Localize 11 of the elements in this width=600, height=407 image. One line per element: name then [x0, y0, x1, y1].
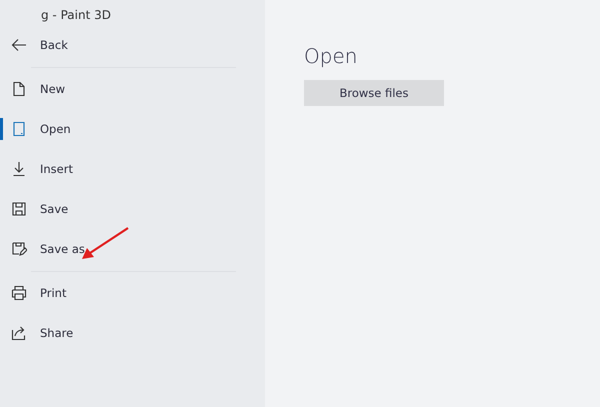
menu-item[interactable]: Share [0, 313, 265, 353]
menu-item[interactable]: Print [0, 273, 265, 313]
window-title: g - Paint 3D [41, 7, 112, 24]
menu-item[interactable]: Save as [0, 229, 265, 269]
menu-item[interactable]: Insert [0, 149, 265, 189]
menu-item[interactable]: New [0, 69, 265, 109]
menu-item[interactable]: Open [0, 109, 265, 149]
menu-item[interactable]: Back [0, 25, 265, 65]
page-heading: Open [304, 44, 358, 68]
menu-item[interactable]: Save [0, 189, 265, 229]
browse-files-button[interactable]: Browse files [304, 80, 444, 106]
